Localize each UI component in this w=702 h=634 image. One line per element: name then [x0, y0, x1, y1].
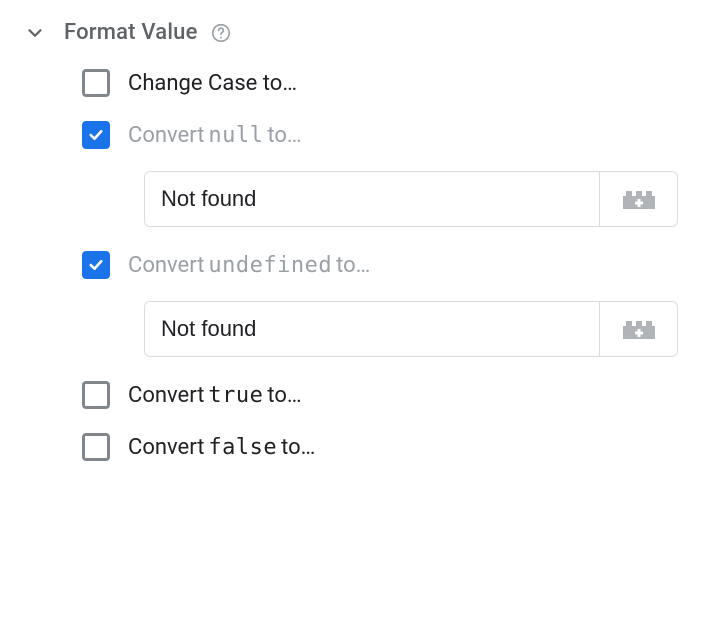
convert-undefined-insert-variable-button[interactable] — [600, 301, 678, 357]
convert-undefined-input[interactable] — [144, 301, 600, 357]
change-case-checkbox[interactable] — [82, 69, 110, 97]
convert-false-label: Convert false to… — [128, 435, 315, 460]
section-title-text: Format Value — [64, 20, 198, 45]
section-title: Format Value — [64, 20, 232, 45]
lego-block-plus-icon — [621, 188, 657, 210]
convert-null-value-row — [144, 171, 678, 227]
convert-undefined-label: Convert undefined to… — [128, 253, 370, 278]
convert-undefined-checkbox[interactable] — [82, 251, 110, 279]
lego-block-plus-icon — [621, 318, 657, 340]
option-convert-true: Convert true to… — [82, 381, 678, 409]
convert-true-checkbox[interactable] — [82, 381, 110, 409]
format-value-section-header: Format Value — [24, 20, 678, 45]
help-icon[interactable] — [210, 22, 232, 44]
convert-null-insert-variable-button[interactable] — [600, 171, 678, 227]
convert-null-input[interactable] — [144, 171, 600, 227]
change-case-label: Change Case to… — [128, 71, 297, 96]
option-convert-null: Convert null to… — [82, 121, 678, 149]
convert-false-checkbox[interactable] — [82, 433, 110, 461]
convert-undefined-value-row — [144, 301, 678, 357]
option-convert-undefined-group: Convert undefined to… — [82, 251, 678, 357]
chevron-down-icon[interactable] — [24, 22, 46, 44]
convert-null-checkbox[interactable] — [82, 121, 110, 149]
convert-null-label: Convert null to… — [128, 123, 302, 148]
format-value-options: Change Case to… Convert null to… — [24, 69, 678, 461]
option-convert-false: Convert false to… — [82, 433, 678, 461]
convert-true-label: Convert true to… — [128, 383, 302, 408]
option-convert-undefined: Convert undefined to… — [82, 251, 678, 279]
option-change-case: Change Case to… — [82, 69, 678, 97]
option-convert-null-group: Convert null to… — [82, 121, 678, 227]
